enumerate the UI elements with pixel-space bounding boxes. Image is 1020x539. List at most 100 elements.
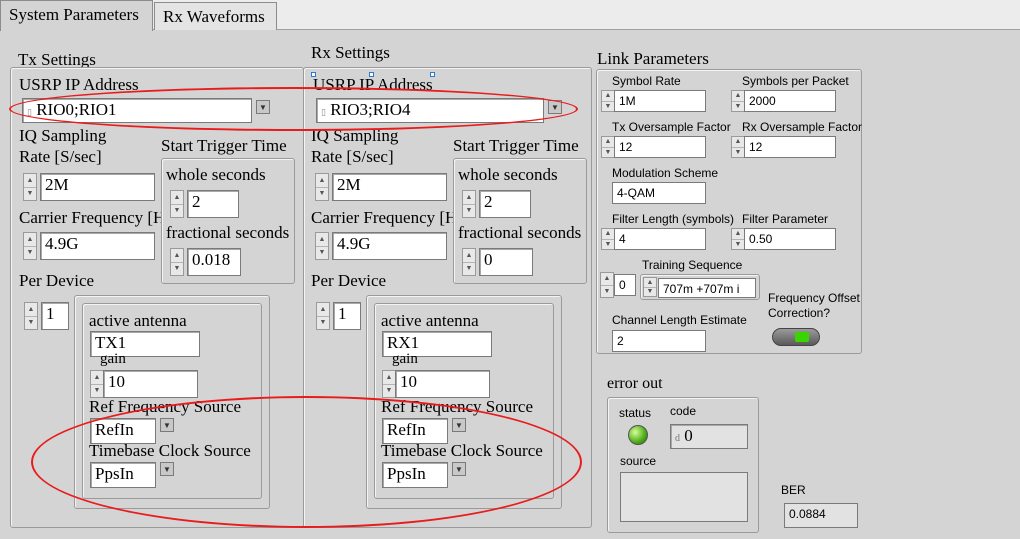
- tx-whole-seconds-spinner-icon[interactable]: ▲ ▼: [170, 190, 184, 218]
- selection-handle: [311, 72, 316, 77]
- tx-index-spinner-icon[interactable]: ▲ ▼: [24, 302, 38, 330]
- ber-field: 0.0884: [784, 503, 858, 528]
- freq-offset-toggle[interactable]: [772, 328, 820, 346]
- tx-index-field[interactable]: 1: [41, 302, 69, 330]
- rx-timebase-label: Timebase Clock Source: [381, 441, 543, 460]
- code-label: code: [670, 404, 697, 418]
- selection-handle: [369, 72, 374, 77]
- tx-carrier-spinner-icon[interactable]: ▲ ▼: [23, 232, 37, 260]
- rx-oversample-spinner-icon[interactable]: ▲ ▼: [731, 136, 745, 158]
- source-field: [620, 472, 748, 522]
- tx-ref-freq-dropdown-icon[interactable]: ▼: [160, 418, 174, 432]
- filter-length-label: Filter Length (symbols): [612, 212, 735, 226]
- training-sequence-field[interactable]: 707m +707m i: [658, 278, 756, 298]
- rx-fractional-seconds-label: fractional seconds: [458, 223, 582, 242]
- rx-antenna-label: active antenna: [381, 311, 479, 330]
- code-format-prefix: d: [675, 433, 680, 444]
- tx-oversample-label: Tx Oversample Factor: [612, 120, 731, 134]
- rx-whole-seconds-label: whole seconds: [458, 165, 558, 184]
- symbol-rate-field[interactable]: 1M: [614, 90, 706, 112]
- tx-timebase-field[interactable]: PpsIn: [90, 462, 156, 488]
- tx-gain-label: gain: [100, 351, 126, 367]
- tx-timebase-label: Timebase Clock Source: [89, 441, 251, 460]
- rx-carrier-field[interactable]: 4.9G: [332, 232, 447, 260]
- rx-whole-seconds-spinner-icon[interactable]: ▲ ▼: [462, 190, 476, 218]
- rx-iq-spinner-icon[interactable]: ▲ ▼: [315, 173, 329, 201]
- source-label: source: [620, 454, 657, 468]
- rx-fractional-seconds-spinner-icon[interactable]: ▲ ▼: [462, 248, 476, 276]
- status-label: status: [619, 406, 652, 420]
- rx-per-device-label: Per Device: [311, 271, 387, 290]
- string-indicator-icon: ▯: [27, 107, 32, 117]
- filter-length-spinner-icon[interactable]: ▲ ▼: [601, 228, 615, 250]
- channel-length-label: Channel Length Estimate: [612, 313, 747, 327]
- rx-whole-seconds-field[interactable]: 2: [479, 190, 531, 218]
- training-index-field[interactable]: 0: [614, 274, 636, 296]
- filter-param-label: Filter Parameter: [742, 212, 829, 226]
- tx-fractional-seconds-label: fractional seconds: [166, 223, 290, 242]
- rx-usrp-field[interactable]: ▯ RIO3;RIO4: [316, 98, 544, 123]
- tx-timebase-dropdown-icon[interactable]: ▼: [160, 462, 174, 476]
- symbol-rate-spinner-icon[interactable]: ▲ ▼: [601, 90, 615, 112]
- rx-usrp-dropdown-icon[interactable]: ▼: [548, 100, 562, 114]
- tx-iq-label-1: IQ Sampling: [19, 126, 107, 145]
- tx-gain-spinner-icon[interactable]: ▲ ▼: [90, 370, 104, 398]
- rx-gain-spinner-icon[interactable]: ▲ ▼: [382, 370, 396, 398]
- rx-index-field[interactable]: 1: [333, 302, 361, 330]
- tx-whole-seconds-field[interactable]: 2: [187, 190, 239, 218]
- tx-oversample-spinner-icon[interactable]: ▲ ▼: [601, 136, 615, 158]
- filter-length-field[interactable]: 4: [614, 228, 706, 250]
- tx-iq-field[interactable]: 2M: [40, 173, 155, 201]
- modulation-field[interactable]: 4-QAM: [612, 182, 706, 204]
- rx-iq-label-2: Rate [S/sec]: [311, 147, 394, 166]
- tx-iq-spinner-icon[interactable]: ▲ ▼: [23, 173, 37, 201]
- tab-system-parameters[interactable]: System Parameters: [0, 0, 153, 31]
- tx-usrp-value: RIO0;RIO1: [36, 100, 117, 119]
- rx-settings-title: Rx Settings: [311, 43, 390, 62]
- ber-label: BER: [781, 483, 806, 497]
- rx-fractional-seconds-field[interactable]: 0: [479, 248, 533, 276]
- tx-per-device-label: Per Device: [19, 271, 95, 290]
- rx-iq-field[interactable]: 2M: [332, 173, 447, 201]
- rx-timebase-field[interactable]: PpsIn: [382, 462, 448, 488]
- tab-rx-waveforms[interactable]: Rx Waveforms: [154, 2, 277, 30]
- rx-index-spinner-icon[interactable]: ▲ ▼: [316, 302, 330, 330]
- training-sequence-spinner-icon[interactable]: ▲ ▼: [643, 277, 657, 297]
- symbol-rate-label: Symbol Rate: [612, 74, 681, 88]
- rx-iq-label-1: IQ Sampling: [311, 126, 399, 145]
- tx-carrier-field[interactable]: 4.9G: [40, 232, 155, 260]
- rx-start-trigger-label: Start Trigger Time: [453, 136, 579, 155]
- training-sequence-label: Training Sequence: [642, 258, 743, 272]
- tx-usrp-dropdown-icon[interactable]: ▼: [256, 100, 270, 114]
- filter-param-spinner-icon[interactable]: ▲ ▼: [731, 228, 745, 250]
- tx-iq-label-2: Rate [S/sec]: [19, 147, 102, 166]
- status-led-icon: [628, 425, 648, 445]
- symbols-per-packet-spinner-icon[interactable]: ▲ ▼: [731, 90, 745, 112]
- tx-usrp-label: USRP IP Address: [19, 75, 139, 94]
- rx-ref-freq-dropdown-icon[interactable]: ▼: [452, 418, 466, 432]
- tab-bar: [0, 0, 1020, 30]
- tab-divider: [0, 29, 1020, 30]
- tx-fractional-seconds-field[interactable]: 0.018: [187, 248, 241, 276]
- training-index-spinner-icon[interactable]: ▲ ▼: [600, 272, 614, 298]
- channel-length-field[interactable]: 2: [612, 330, 706, 352]
- filter-param-field[interactable]: 0.50: [744, 228, 836, 250]
- tx-carrier-label: Carrier Frequency [H: [19, 208, 161, 227]
- rx-carrier-spinner-icon[interactable]: ▲ ▼: [315, 232, 329, 260]
- link-parameters-title: Link Parameters: [597, 49, 709, 68]
- symbols-per-packet-field[interactable]: 2000: [744, 90, 836, 112]
- rx-ref-freq-label: Ref Frequency Source: [381, 397, 534, 416]
- tx-ref-freq-label: Ref Frequency Source: [89, 397, 242, 416]
- freq-offset-label-2: Correction?: [768, 306, 831, 320]
- toggle-knob: [795, 332, 809, 342]
- tx-fractional-seconds-spinner-icon[interactable]: ▲ ▼: [170, 248, 184, 276]
- tx-usrp-field[interactable]: ▯ RIO0;RIO1: [22, 98, 252, 123]
- tx-oversample-field[interactable]: 12: [614, 136, 706, 158]
- rx-timebase-dropdown-icon[interactable]: ▼: [452, 462, 466, 476]
- rx-usrp-label: USRP IP Address: [313, 75, 433, 94]
- tx-gain-field[interactable]: 10: [103, 370, 198, 398]
- modulation-label: Modulation Scheme: [612, 166, 719, 180]
- rx-oversample-field[interactable]: 12: [744, 136, 836, 158]
- rx-gain-field[interactable]: 10: [395, 370, 490, 398]
- tx-start-trigger-label: Start Trigger Time: [161, 136, 287, 155]
